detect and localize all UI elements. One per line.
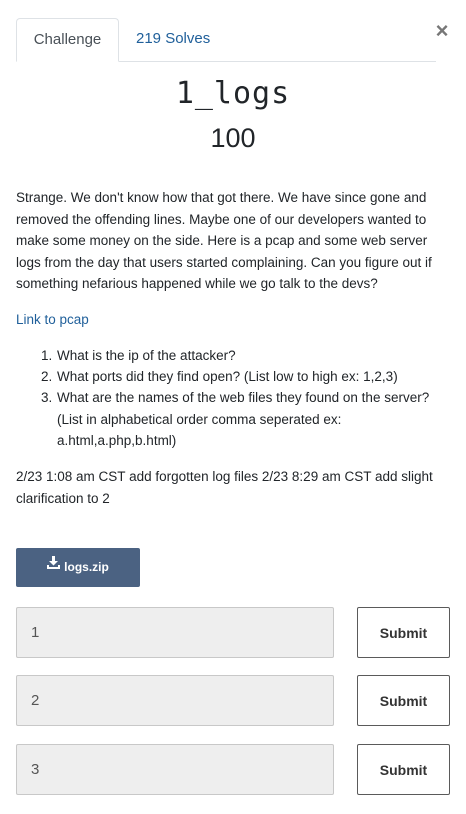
list-item: 2. What ports did they find open? (List …	[41, 366, 441, 387]
download-icon	[47, 546, 61, 585]
question-list: 1. What is the ip of the attacker? 2. Wh…	[41, 345, 441, 451]
update-note: 2/23 1:08 am CST add forgotten log files…	[16, 469, 433, 506]
question-text: What ports did they find open? (List low…	[57, 369, 398, 385]
answer-row: Submit	[16, 675, 450, 726]
download-button[interactable]: logs.zip	[16, 548, 140, 587]
answer-input-2[interactable]	[16, 675, 334, 726]
question-number: 2.	[41, 369, 53, 385]
submit-button-2[interactable]: Submit	[357, 675, 450, 726]
answer-input-3[interactable]	[16, 744, 334, 795]
submit-button-3[interactable]: Submit	[357, 744, 450, 795]
list-item: 3. What are the names of the web files t…	[41, 387, 441, 451]
close-icon[interactable]: ×	[433, 20, 451, 42]
challenge-description: Strange. We don't know how that got ther…	[16, 190, 432, 291]
challenge-title: 1_logs	[175, 76, 291, 111]
question-text: What is the ip of the attacker?	[57, 348, 236, 363]
submit-button-1[interactable]: Submit	[357, 607, 450, 658]
list-item: 1. What is the ip of the attacker?	[41, 345, 441, 366]
question-number: 3.	[41, 390, 53, 406]
answer-row: Submit	[16, 607, 450, 658]
tab-challenge[interactable]: Challenge	[16, 18, 119, 62]
download-label: logs.zip	[64, 560, 109, 574]
question-text: What are the names of the web files they…	[57, 390, 430, 448]
tab-solves[interactable]: 219 Solves	[136, 18, 210, 61]
answer-row: Submit	[16, 744, 450, 795]
question-number: 1.	[41, 348, 53, 363]
answer-input-1[interactable]	[16, 607, 334, 658]
challenge-tabs: Challenge 219 Solves	[16, 18, 436, 62]
challenge-points: 100	[210, 123, 256, 153]
pcap-link[interactable]: Link to pcap	[16, 309, 89, 330]
